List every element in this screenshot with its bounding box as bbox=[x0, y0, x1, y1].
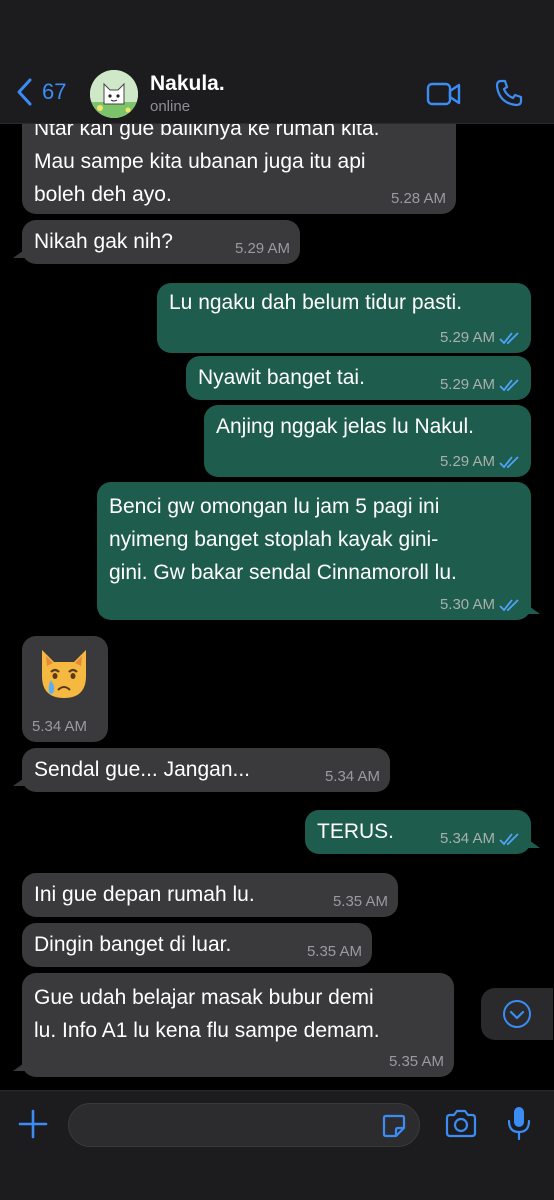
plus-icon[interactable] bbox=[16, 1107, 50, 1141]
message-bubble-outgoing[interactable]: Anjing nggak jelas lu Nakul. 5.29 AM bbox=[204, 405, 531, 477]
message-bubble-incoming[interactable]: Ini gue depan rumah lu. 5.35 AM bbox=[22, 873, 398, 917]
back-chevron-icon bbox=[17, 78, 32, 106]
message-text: Ntar kan gue balikinya ke rumah kita. Ma… bbox=[34, 117, 380, 206]
message-bubble-incoming[interactable]: Dingin banget di luar. 5.35 AM bbox=[22, 923, 372, 967]
message-timestamp: 5.29 AM bbox=[439, 376, 495, 393]
message-text: Lu ngaku dah belum tidur pasti. bbox=[169, 291, 463, 314]
contact-status: online bbox=[150, 98, 191, 115]
camera-icon[interactable] bbox=[444, 1109, 478, 1139]
double-check-icon bbox=[499, 379, 519, 392]
message-timestamp: 5.30 AM bbox=[439, 596, 495, 613]
scroll-to-bottom-button[interactable] bbox=[481, 988, 553, 1040]
message-timestamp: 5.35 AM bbox=[388, 1053, 444, 1070]
message-bubble-outgoing[interactable]: Benci gw omongan lu jam 5 pagi ini nyime… bbox=[97, 482, 540, 620]
unread-count: 67 bbox=[42, 79, 67, 104]
message-composer bbox=[0, 1090, 554, 1200]
message-time: 5.34 AM bbox=[325, 768, 380, 786]
message-bubble-incoming[interactable]: Nikah gak nih? 5.29 AM bbox=[13, 220, 300, 264]
message-bubble-outgoing[interactable]: Lu ngaku dah belum tidur pasti. 5.29 AM bbox=[157, 283, 531, 353]
message-time: 5.29 AM bbox=[235, 240, 290, 258]
message-timestamp: 5.29 AM bbox=[234, 240, 290, 257]
chat-header: 67 Nakula. online bbox=[0, 0, 554, 124]
message-input[interactable] bbox=[69, 1104, 369, 1146]
message-time: 5.29 AM bbox=[440, 329, 521, 347]
message-time: 5.34 AM bbox=[440, 830, 521, 848]
message-timestamp: 5.35 AM bbox=[306, 943, 362, 960]
message-bubble-outgoing[interactable]: TERUS. 5.34 AM bbox=[305, 810, 540, 854]
chat-area[interactable]: Ntar kan gue balikinya ke rumah kita. Ma… bbox=[0, 0, 554, 1090]
message-time: 5.34 AM bbox=[32, 718, 87, 736]
sticker-icon[interactable] bbox=[381, 1113, 407, 1139]
message-timestamp: 5.34 AM bbox=[32, 718, 88, 735]
message-text: Benci gw omongan lu jam 5 pagi ini nyime… bbox=[109, 495, 457, 584]
phone-icon[interactable] bbox=[494, 78, 524, 108]
message-timestamp: 5.29 AM bbox=[439, 329, 495, 346]
scroll-down-icon bbox=[503, 1000, 531, 1028]
contact-name[interactable]: Nakula. bbox=[150, 72, 225, 96]
video-call-icon[interactable] bbox=[426, 80, 462, 108]
message-bubble-outgoing[interactable]: Nyawit banget tai. 5.29 AM bbox=[186, 356, 531, 400]
message-input-field[interactable] bbox=[68, 1103, 420, 1147]
back-button[interactable]: 67 bbox=[14, 76, 66, 108]
avatar[interactable] bbox=[90, 70, 138, 118]
message-bubble-incoming[interactable]: Gue udah belajar masak bubur demi lu. In… bbox=[13, 973, 454, 1077]
message-timestamp: 5.28 AM bbox=[390, 190, 446, 207]
message-time: 5.29 AM bbox=[440, 453, 521, 471]
message-timestamp: 5.34 AM bbox=[439, 830, 495, 847]
message-text: Anjing nggak jelas lu Nakul. bbox=[216, 415, 474, 438]
message-time: 5.28 AM bbox=[391, 190, 446, 208]
message-time: 5.35 AM bbox=[333, 893, 388, 911]
message-text: Gue udah belajar masak bubur demi lu. In… bbox=[34, 986, 380, 1042]
message-time: 5.35 AM bbox=[307, 943, 362, 961]
double-check-icon bbox=[499, 599, 519, 612]
message-time: 5.30 AM bbox=[440, 596, 521, 614]
double-check-icon bbox=[499, 332, 519, 345]
message-bubble-incoming[interactable]: 5.34 AM bbox=[22, 636, 108, 742]
crying-cat-face-icon bbox=[42, 650, 86, 698]
message-time: 5.29 AM bbox=[440, 376, 521, 394]
message-timestamp: 5.29 AM bbox=[439, 453, 495, 470]
message-bubble-incoming[interactable]: Sendal gue... Jangan... 5.34 AM bbox=[13, 748, 390, 792]
message-timestamp: 5.35 AM bbox=[332, 893, 388, 910]
microphone-icon[interactable] bbox=[506, 1105, 532, 1141]
double-check-icon bbox=[499, 456, 519, 469]
double-check-icon bbox=[499, 833, 519, 846]
avatar-image bbox=[90, 70, 138, 118]
message-timestamp: 5.34 AM bbox=[324, 768, 380, 785]
message-time: 5.35 AM bbox=[389, 1053, 444, 1071]
